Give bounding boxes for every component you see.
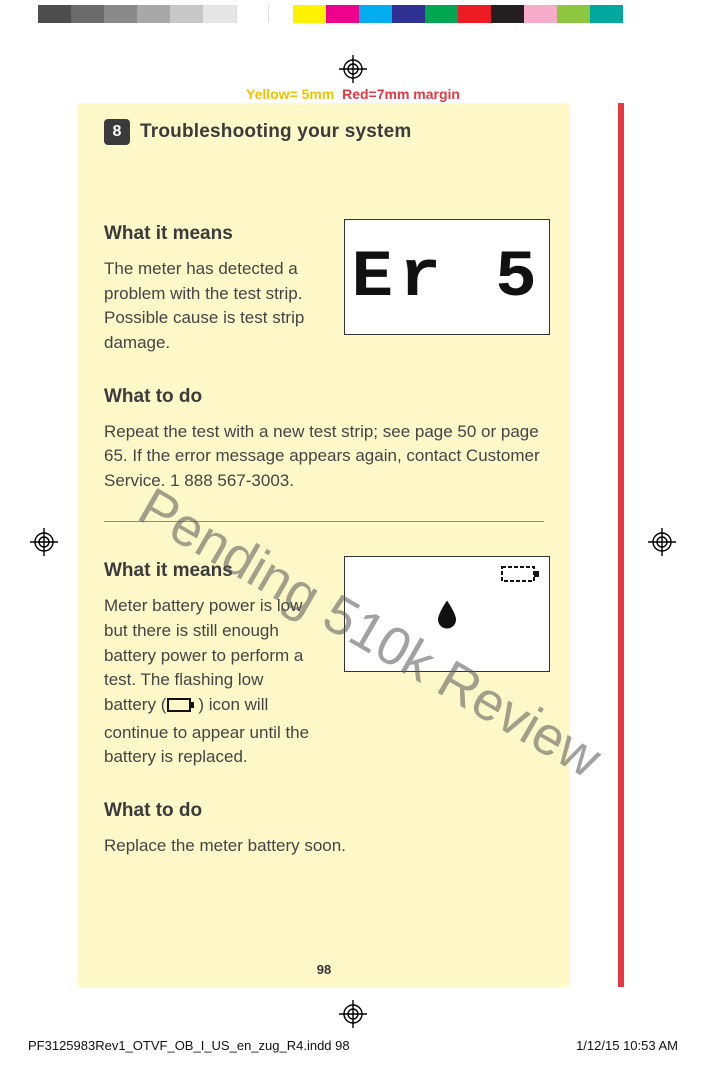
- red-margin-line: [618, 103, 624, 987]
- registration-mark-icon: [339, 55, 367, 83]
- means-body-text: Meter battery power is low but there is …: [104, 594, 314, 769]
- margin-note: Yellow= 5mm Red=7mm margin: [78, 86, 628, 102]
- battery-low-icon: [167, 696, 197, 721]
- heading-what-to-do: What to do: [104, 386, 544, 408]
- section-header: 8 Troubleshooting your system: [104, 103, 544, 145]
- registration-mark-icon: [648, 528, 676, 556]
- page-content: 8 Troubleshooting your system Er 5 What …: [78, 103, 570, 987]
- calibration-colorbar: [38, 5, 623, 23]
- lcd-error-code: Er 5: [351, 240, 543, 315]
- heading-what-to-do: What to do: [104, 800, 544, 822]
- registration-mark-icon: [30, 528, 58, 556]
- print-proof-canvas: Yellow= 5mm Red=7mm margin 8 Troubleshoo…: [0, 0, 706, 1075]
- entry-separator: [104, 521, 544, 522]
- file-timestamp: 1/12/15 10:53 AM: [576, 1038, 678, 1053]
- troubleshoot-entry: Er 5 What it means The meter has detecte…: [104, 223, 544, 493]
- lcd-display: [344, 556, 550, 672]
- page-outer: Yellow= 5mm Red=7mm margin 8 Troubleshoo…: [78, 81, 628, 1001]
- section-number-badge: 8: [104, 119, 130, 145]
- lcd-display: Er 5: [344, 219, 550, 335]
- battery-low-icon: [501, 563, 541, 590]
- means-body-text: The meter has detected a problem with th…: [104, 257, 314, 356]
- do-body-text: Repeat the test with a new test strip; s…: [104, 420, 544, 494]
- file-slug: PF3125983Rev1_OTVF_OB_I_US_en_zug_R4.ind…: [28, 1038, 350, 1053]
- do-body-text: Replace the meter battery soon.: [104, 834, 544, 859]
- section-title: Troubleshooting your system: [140, 121, 411, 143]
- registration-mark-icon: [339, 1000, 367, 1028]
- margin-note-red: Red=7mm margin: [342, 86, 460, 102]
- margin-note-yellow: Yellow= 5mm: [246, 86, 334, 102]
- blood-drop-icon: [436, 599, 458, 634]
- page-number: 98: [78, 962, 570, 977]
- troubleshoot-entry: What it means Meter battery power is low…: [104, 560, 544, 858]
